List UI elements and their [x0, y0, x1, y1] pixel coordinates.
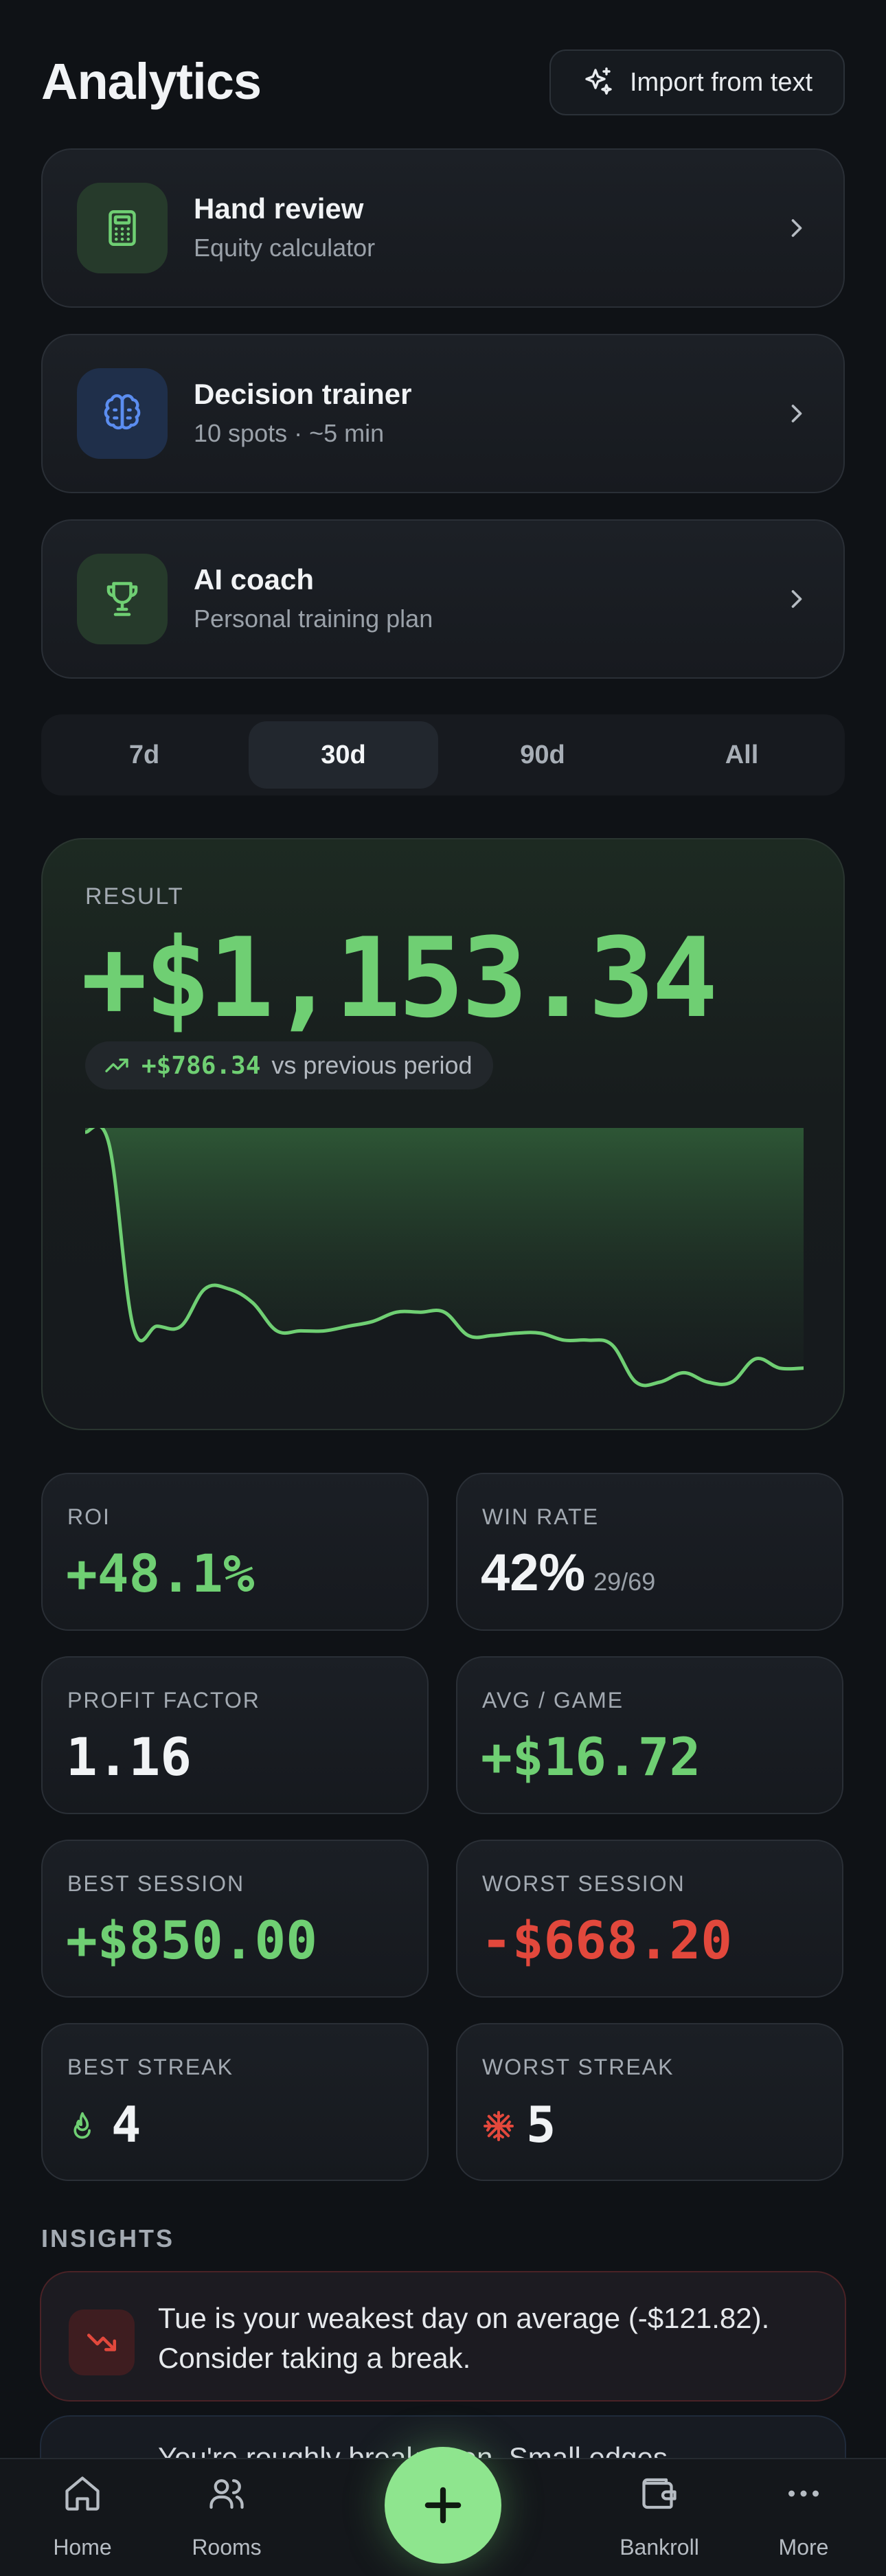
period-all[interactable]: All [647, 721, 837, 789]
stat-best-session: BEST SESSION +$850.00 [41, 1840, 429, 1998]
trending-up-icon [105, 1059, 128, 1072]
nav-home[interactable]: Home [14, 2459, 151, 2576]
chevron-right-icon [791, 590, 802, 608]
header: Analytics Import from text [41, 49, 845, 115]
tool-icon-box [77, 183, 168, 273]
tool-subtitle: Personal training plan [194, 605, 433, 633]
trophy-icon [106, 582, 138, 616]
stat-value: 5 [526, 2096, 556, 2154]
stat-value: 42% [481, 1544, 586, 1602]
stat-label: BEST SESSION [67, 1871, 245, 1896]
tool-icon-box [77, 368, 168, 459]
stat-label: WIN RATE [482, 1504, 600, 1529]
delta-text: vs previous period [271, 1051, 473, 1079]
tool-subtitle: Equity calculator [194, 234, 376, 262]
nav-bankroll[interactable]: Bankroll [591, 2459, 728, 2576]
trending-down-icon [87, 2334, 117, 2351]
period-30d[interactable]: 30d [249, 721, 438, 789]
stat-label: ROI [67, 1504, 111, 1529]
tool-card-ai-coach[interactable]: AI coach Personal training plan [41, 519, 845, 679]
stat-worst-streak: WORST STREAK 5 [456, 2023, 843, 2181]
stat-value: 4 [111, 2096, 141, 2154]
delta-pill: +$786.34 vs previous period [85, 1041, 493, 1089]
brain-icon [104, 394, 141, 430]
stat-label: BEST STREAK [67, 2055, 234, 2079]
tool-title: AI coach [194, 563, 315, 596]
stat-value: -$668.20 [481, 1910, 733, 1971]
stat-value: +$16.72 [481, 1726, 701, 1787]
stat-label: WORST SESSION [482, 1871, 685, 1896]
chart-area-fill [85, 1128, 804, 1386]
result-card: RESULT +$1,153.34 +$786.34 vs previous p… [41, 838, 845, 1430]
chevron-right-icon [791, 219, 802, 237]
stat-roi: ROI +48.1% [41, 1473, 429, 1631]
tool-title: Decision trainer [194, 378, 412, 410]
users-icon [209, 2479, 244, 2509]
period-7d[interactable]: 7d [49, 721, 239, 789]
stat-profit-factor: PROFIT FACTOR 1.16 [41, 1656, 429, 1814]
insights-title: INSIGHTS [41, 2224, 175, 2252]
import-label: Import from text [629, 67, 813, 97]
stat-avg-game: AVG / GAME +$16.72 [456, 1656, 843, 1814]
nav-label: Bankroll [620, 2535, 699, 2560]
stat-value: 1.16 [66, 1726, 192, 1787]
stat-win-rate: WIN RATE 42% 29/69 [456, 1473, 843, 1631]
nav-label: More [778, 2535, 829, 2560]
tool-card-hand-review[interactable]: Hand review Equity calculator [41, 148, 845, 308]
page-title: Analytics [41, 53, 262, 110]
tool-title: Hand review [194, 192, 364, 225]
stat-worst-session: WORST SESSION -$668.20 [456, 1840, 843, 1998]
import-from-text-button[interactable]: Import from text [549, 49, 845, 115]
nav-more[interactable]: More [735, 2459, 872, 2576]
plus-icon [424, 2487, 462, 2524]
snowflake-icon [484, 2111, 514, 2141]
nav-rooms[interactable]: Rooms [158, 2459, 295, 2576]
add-button[interactable] [385, 2447, 501, 2564]
stat-value: +48.1% [66, 1543, 255, 1604]
nav-label: Home [53, 2535, 112, 2560]
result-label: RESULT [85, 883, 184, 909]
insight-card[interactable]: Tue is your weakest day on average (-$12… [40, 2271, 846, 2402]
period-90d[interactable]: 90d [448, 721, 637, 789]
delta-value: +$786.34 [141, 1051, 261, 1080]
insight-icon-box [69, 2309, 135, 2375]
stat-value: +$850.00 [66, 1910, 318, 1971]
nav-label: Rooms [192, 2535, 262, 2560]
wallet-icon [642, 2478, 677, 2509]
tool-card-decision-trainer[interactable]: Decision trainer 10 spots · ~5 min [41, 334, 845, 493]
sparkles-icon [585, 67, 612, 95]
stat-label: AVG / GAME [482, 1688, 624, 1713]
tool-icon-box [77, 554, 168, 644]
stat-best-streak: BEST STREAK 4 [41, 2023, 429, 2181]
result-value: +$1,153.34 [81, 914, 718, 1042]
tool-subtitle: 10 spots · ~5 min [194, 419, 385, 447]
more-icon [788, 2490, 819, 2497]
flame-icon [73, 2112, 91, 2139]
insight-text: Tue is your weakest day on average (-$12… [158, 2302, 770, 2374]
stat-label: PROFIT FACTOR [67, 1688, 260, 1713]
calculator-icon [109, 210, 136, 246]
stat-label: WORST STREAK [482, 2055, 674, 2079]
stat-sub: 29/69 [593, 1568, 656, 1596]
period-selector: 7d 30d 90d All [41, 714, 845, 795]
chevron-right-icon [791, 405, 802, 422]
stat-value-row: 42% 29/69 [481, 1543, 655, 1603]
result-chart [85, 1128, 804, 1388]
home-icon [65, 2476, 100, 2511]
